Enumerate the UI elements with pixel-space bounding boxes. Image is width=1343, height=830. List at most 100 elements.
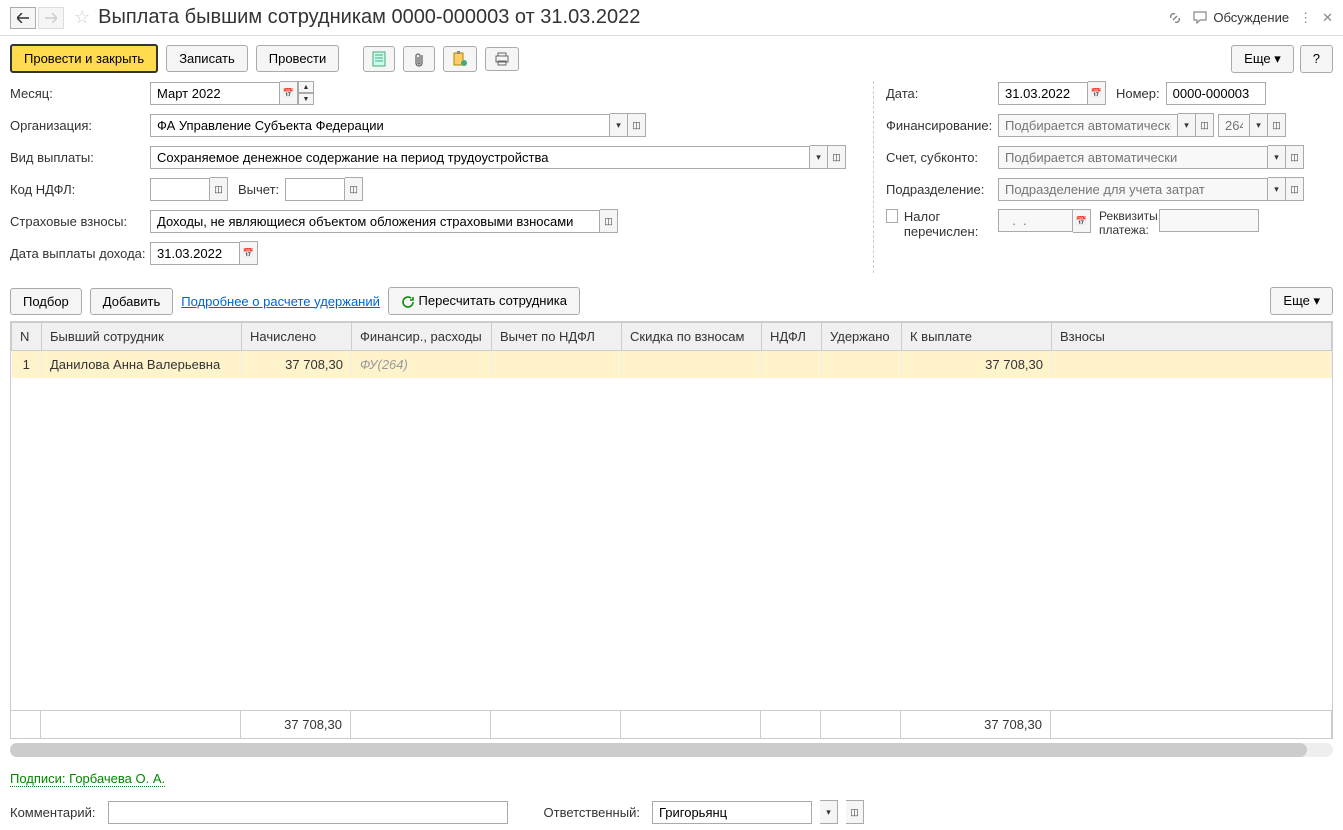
employee-table[interactable]: N Бывший сотрудник Начислено Финансир., … [10,321,1333,711]
print-button[interactable] [485,47,519,71]
nav-back-button[interactable] [10,7,36,29]
account-label: Счет, субконто: [886,150,998,165]
account-input[interactable] [998,146,1268,169]
financing-open-icon[interactable]: ◫ [1196,113,1214,137]
recalc-button[interactable]: Пересчитать сотрудника [388,287,580,315]
table-totals-row: 37 708,30 37 708,30 [10,711,1333,739]
financing-code-input[interactable] [1218,114,1250,137]
paytype-dropdown-icon[interactable]: ▾ [810,145,828,169]
paydate-input[interactable] [150,242,240,265]
help-button[interactable]: ? [1300,45,1333,73]
deduction-open-icon[interactable]: ◫ [345,177,363,201]
close-icon[interactable]: ✕ [1322,10,1333,26]
dept-label: Подразделение: [886,182,998,197]
attach-button[interactable] [403,46,435,72]
insurance-input[interactable] [150,210,600,233]
financing-code-open-icon[interactable]: ◫ [1268,113,1286,137]
col-topay[interactable]: К выплате [902,323,1052,351]
col-ndfl[interactable]: НДФЛ [762,323,822,351]
total-accrued: 37 708,30 [241,711,351,738]
select-button[interactable]: Подбор [10,288,82,315]
cell-accrued: 37 708,30 [242,351,352,379]
org-open-icon[interactable]: ◫ [628,113,646,137]
link-icon[interactable] [1167,10,1183,26]
paytype-input[interactable] [150,146,810,169]
date-input[interactable] [998,82,1088,105]
org-label: Организация: [10,118,150,133]
signatures-link[interactable]: Подписи: Горбачева О. А. [10,771,165,787]
col-accrued[interactable]: Начислено [242,323,352,351]
insurance-open-icon[interactable]: ◫ [600,209,618,233]
dept-open-icon[interactable]: ◫ [1286,177,1304,201]
deduction-label: Вычет: [238,182,279,197]
col-discount[interactable]: Скидка по взносам [622,323,762,351]
paydate-label: Дата выплаты дохода: [10,246,150,261]
financing-label: Финансирование: [886,118,998,133]
paytype-label: Вид выплаты: [10,150,150,165]
dept-dropdown-icon[interactable]: ▾ [1268,177,1286,201]
paytype-open-icon[interactable]: ◫ [828,145,846,169]
col-n[interactable]: N [12,323,42,351]
col-deduction[interactable]: Вычет по НДФЛ [492,323,622,351]
tax-date-input[interactable] [998,209,1073,232]
financing-dropdown-icon[interactable]: ▾ [1178,113,1196,137]
account-open-icon[interactable]: ◫ [1286,145,1304,169]
number-label: Номер: [1116,86,1160,101]
table-row[interactable]: 1 Данилова Анна Валерьевна 37 708,30 ФУ(… [12,351,1332,379]
month-down-button[interactable]: ▼ [298,93,314,105]
paydate-calendar-icon[interactable]: 📅 [240,241,258,265]
tax-date-calendar-icon[interactable]: 📅 [1073,209,1091,233]
post-and-close-button[interactable]: Провести и закрыть [10,44,158,73]
month-input[interactable] [150,82,280,105]
cell-withheld [822,351,902,379]
financing-input[interactable] [998,114,1178,137]
tax-paid-label: Налог перечислен: [904,209,998,239]
tax-paid-checkbox[interactable] [886,209,898,223]
comment-label: Комментарий: [10,805,96,820]
table-more-button[interactable]: Еще ▾ [1270,287,1333,315]
dept-input[interactable] [998,178,1268,201]
responsible-open-icon[interactable]: ◫ [846,800,864,824]
org-input[interactable] [150,114,610,137]
kebab-menu-icon[interactable]: ⋮ [1299,10,1312,26]
cell-deduction [492,351,622,379]
deduction-input[interactable] [285,178,345,201]
cell-employee: Данилова Анна Валерьевна [42,351,242,379]
discuss-label: Обсуждение [1213,10,1289,25]
nav-forward-button[interactable] [38,7,64,29]
comment-input[interactable] [108,801,508,824]
col-contributions[interactable]: Взносы [1052,323,1332,351]
col-withheld[interactable]: Удержано [822,323,902,351]
ndfl-code-open-icon[interactable]: ◫ [210,177,228,201]
discuss-button[interactable]: Обсуждение [1193,10,1289,25]
cell-n: 1 [12,351,42,379]
add-button[interactable]: Добавить [90,288,173,315]
responsible-dropdown-icon[interactable]: ▾ [820,800,838,824]
document-button[interactable] [363,46,395,72]
cell-topay: 37 708,30 [902,351,1052,379]
org-dropdown-icon[interactable]: ▾ [610,113,628,137]
post-button[interactable]: Провести [256,45,340,72]
details-link[interactable]: Подробнее о расчете удержаний [181,294,380,309]
col-employee[interactable]: Бывший сотрудник [42,323,242,351]
col-financing[interactable]: Финансир., расходы [352,323,492,351]
month-calendar-icon[interactable]: 📅 [280,81,298,105]
insurance-label: Страховые взносы: [10,214,150,229]
requisites-input[interactable] [1159,209,1259,232]
date-calendar-icon[interactable]: 📅 [1088,81,1106,105]
more-button[interactable]: Еще ▾ [1231,45,1294,73]
paste-button[interactable] [443,46,477,72]
responsible-label: Ответственный: [544,805,640,820]
cell-discount [622,351,762,379]
favorite-star-icon[interactable]: ☆ [74,7,90,28]
ndfl-code-label: Код НДФЛ: [10,182,150,197]
save-button[interactable]: Записать [166,45,248,72]
ndfl-code-input[interactable] [150,178,210,201]
number-input[interactable] [1166,82,1266,105]
financing-code-dropdown-icon[interactable]: ▾ [1250,113,1268,137]
month-label: Месяц: [10,86,150,101]
responsible-input[interactable] [652,801,812,824]
horizontal-scrollbar[interactable] [10,743,1333,757]
account-dropdown-icon[interactable]: ▾ [1268,145,1286,169]
month-up-button[interactable]: ▲ [298,81,314,93]
